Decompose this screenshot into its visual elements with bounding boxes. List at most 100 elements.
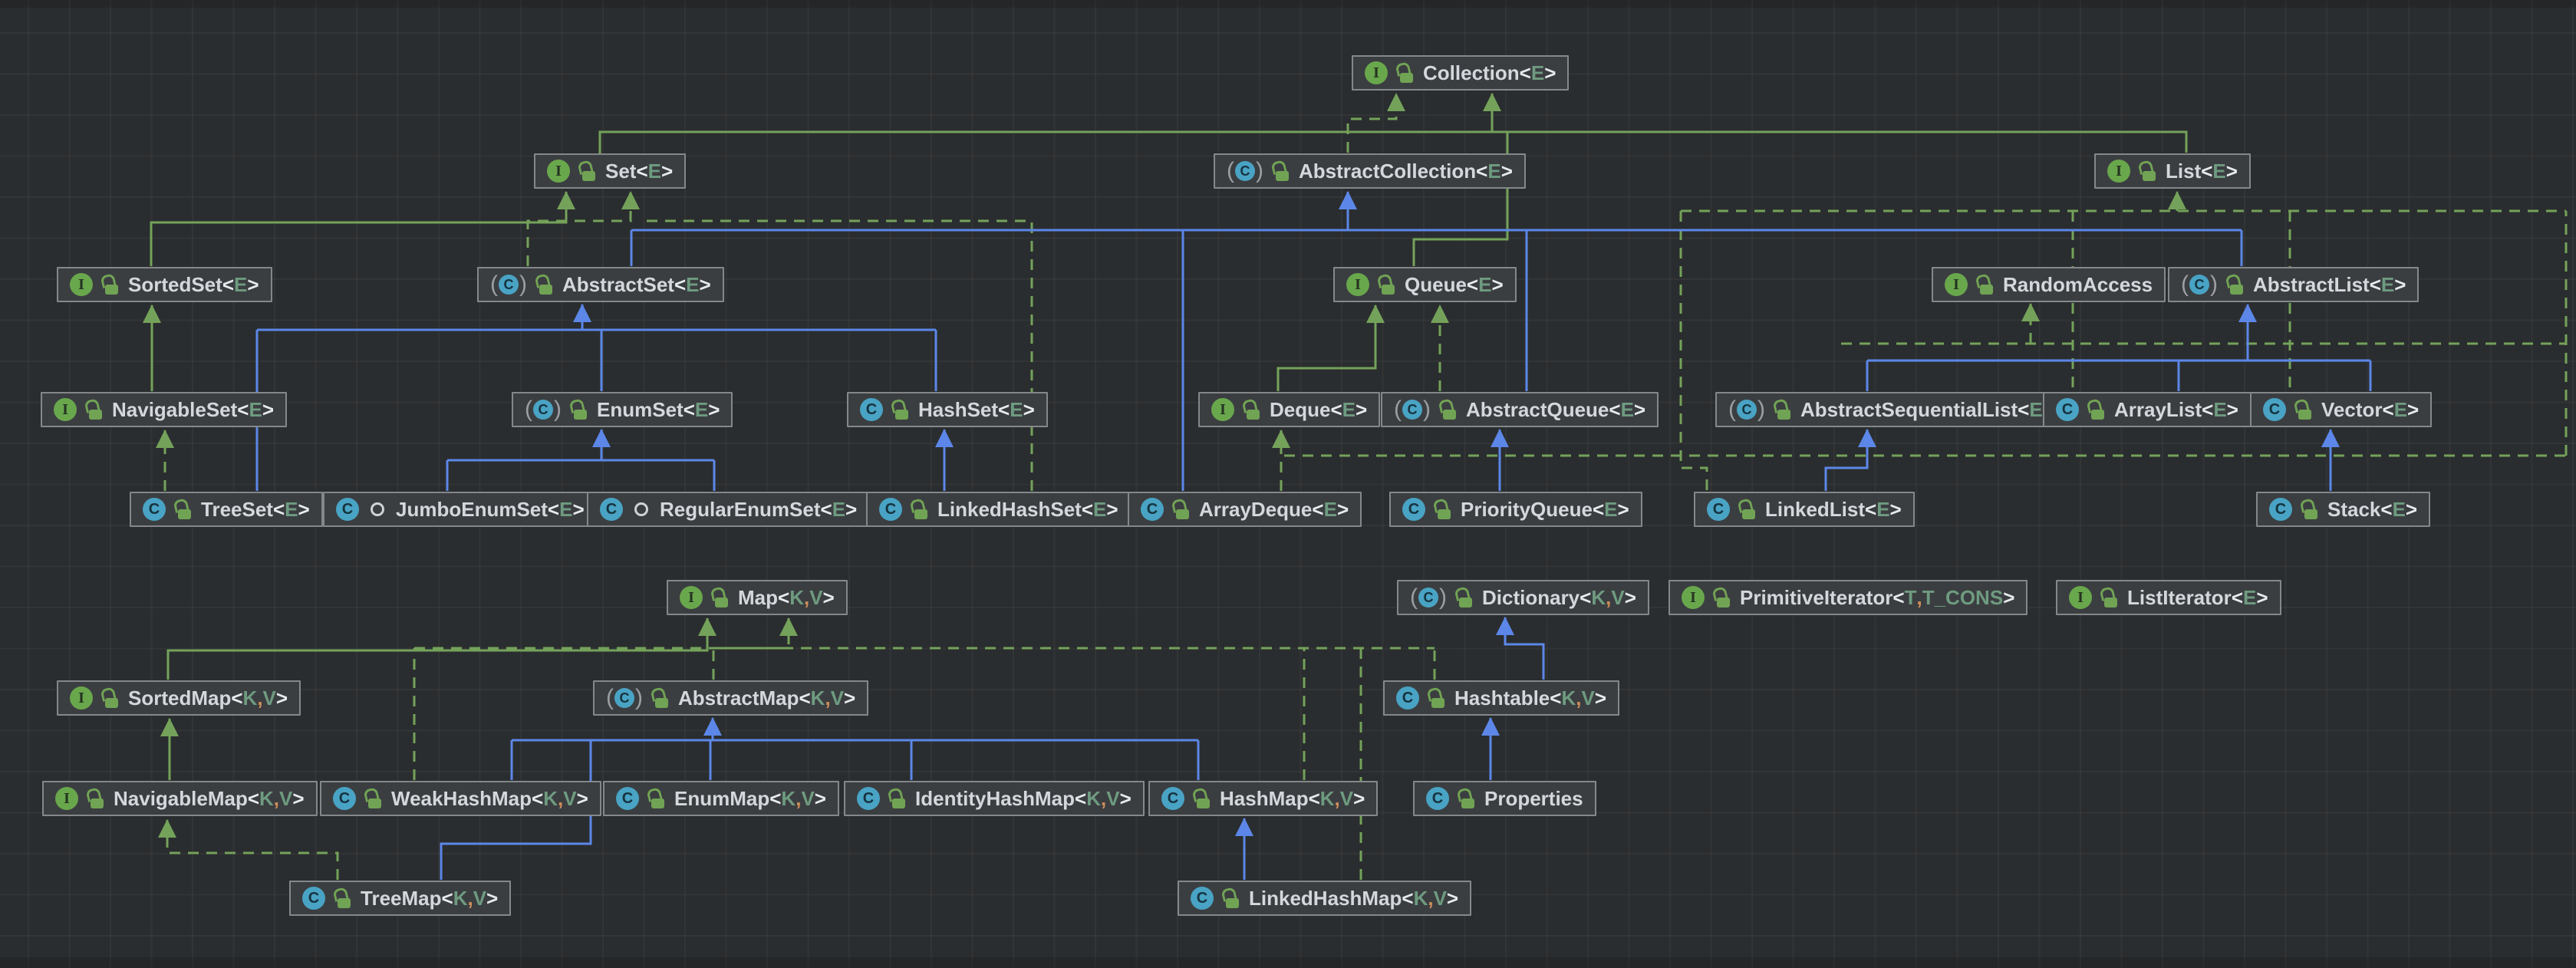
node-list[interactable]: IList<E> bbox=[2094, 153, 2251, 189]
class-name: LinkedHashSet bbox=[937, 498, 1082, 522]
open-angle-bracket: < bbox=[248, 787, 259, 811]
abstract-class-icon: (C) bbox=[606, 686, 643, 710]
open-angle-bracket: < bbox=[636, 160, 647, 183]
interface-icon: I bbox=[1211, 398, 1234, 421]
class-icon-circle: C bbox=[2189, 275, 2209, 295]
node-label: ArrayList<E> bbox=[2114, 398, 2238, 422]
class-icon: C bbox=[1191, 887, 1214, 910]
node-abstractSequentialList[interactable]: (C)AbstractSequentialList<E> bbox=[1715, 392, 2067, 427]
public-lock-icon bbox=[1434, 499, 1452, 520]
class-name: AbstractCollection bbox=[1299, 160, 1476, 183]
node-abstractList[interactable]: (C)AbstractList<E> bbox=[2168, 267, 2419, 302]
type-param: K bbox=[1591, 586, 1606, 610]
node-hashMap[interactable]: CHashMap<K, V> bbox=[1148, 781, 1378, 816]
edge-linkedlist-implements-list bbox=[1681, 211, 1707, 491]
class-name: Deque bbox=[1270, 398, 1330, 422]
class-name: NavigableMap bbox=[114, 787, 248, 811]
diagram-canvas[interactable]: ICollection<E>ISet<E>(C)AbstractCollecti… bbox=[0, 0, 2576, 968]
edge-abstractset-implements-set bbox=[528, 192, 631, 266]
node-abstractQueue[interactable]: (C)AbstractQueue<E> bbox=[1381, 392, 1659, 427]
node-sortedMap[interactable]: ISortedMap<K, V> bbox=[57, 680, 301, 716]
node-vector[interactable]: CVector<E> bbox=[2250, 392, 2432, 427]
class-icon: C bbox=[1402, 498, 1425, 521]
public-lock-icon bbox=[2087, 399, 2106, 420]
node-stack[interactable]: CStack<E> bbox=[2256, 492, 2430, 527]
public-lock-icon bbox=[174, 499, 193, 520]
class-name: ArrayList bbox=[2114, 398, 2202, 422]
class-name: Vector bbox=[2321, 398, 2383, 422]
class-icon: C bbox=[616, 787, 639, 810]
class-name: Collection bbox=[1423, 61, 1520, 85]
node-jumboEnumSet[interactable]: CJumboEnumSet<E> bbox=[323, 492, 598, 527]
node-enumMap[interactable]: CEnumMap<K, V> bbox=[603, 781, 839, 816]
node-listIterator[interactable]: IListIterator<E> bbox=[2056, 580, 2281, 615]
node-linkedHashMap[interactable]: CLinkedHashMap<K, V> bbox=[1178, 881, 1471, 916]
type-param: V bbox=[1611, 586, 1624, 610]
node-arrayDeque[interactable]: CArrayDeque<E> bbox=[1128, 492, 1362, 527]
node-queue[interactable]: IQueue<E> bbox=[1333, 267, 1517, 302]
class-icon: C bbox=[600, 498, 623, 521]
type-param: E bbox=[686, 273, 699, 297]
node-enumSet[interactable]: (C)EnumSet<E> bbox=[512, 392, 733, 427]
class-icon: C bbox=[860, 398, 883, 421]
node-randomAccess[interactable]: IRandomAccess bbox=[1932, 267, 2166, 302]
edge-queue-extends-collection bbox=[1414, 132, 1507, 266]
node-navigableSet[interactable]: INavigableSet<E> bbox=[41, 392, 287, 427]
class-name: Stack bbox=[2327, 498, 2380, 522]
node-label: Stack<E> bbox=[2327, 498, 2417, 522]
node-label: Set<E> bbox=[605, 160, 673, 183]
class-name: SortedMap bbox=[128, 686, 231, 710]
class-icon-circle: C bbox=[1235, 161, 1255, 181]
node-treeSet[interactable]: CTreeSet<E> bbox=[130, 492, 323, 527]
open-angle-bracket: < bbox=[1312, 498, 1323, 522]
node-dictionary[interactable]: (C)Dictionary<K, V> bbox=[1397, 580, 1649, 615]
class-name: SortedSet bbox=[128, 273, 222, 297]
node-hashtable[interactable]: CHashtable<K, V> bbox=[1383, 680, 1619, 716]
type-param-comma: , bbox=[1916, 586, 1922, 610]
node-map[interactable]: IMap<K, V> bbox=[667, 580, 848, 615]
node-sortedSet[interactable]: ISortedSet<E> bbox=[57, 267, 272, 302]
node-linkedHashSet[interactable]: CLinkedHashSet<E> bbox=[866, 492, 1132, 527]
type-param: E bbox=[2213, 398, 2226, 422]
type-param: K bbox=[1414, 887, 1428, 910]
close-angle-bracket: > bbox=[845, 498, 857, 522]
node-label: TreeMap<K, V> bbox=[361, 887, 498, 910]
public-lock-icon bbox=[1378, 274, 1396, 295]
class-name: TreeMap bbox=[361, 887, 442, 910]
type-param: K bbox=[1320, 787, 1335, 811]
node-treeMap[interactable]: CTreeMap<K, V> bbox=[289, 881, 511, 916]
node-priorityQueue[interactable]: CPriorityQueue<E> bbox=[1389, 492, 1642, 527]
open-angle-bracket: < bbox=[2018, 398, 2029, 422]
node-linkedList[interactable]: CLinkedList<E> bbox=[1694, 492, 1915, 527]
close-angle-bracket: > bbox=[844, 686, 855, 710]
node-weakHashMap[interactable]: CWeakHashMap<K, V> bbox=[320, 781, 601, 816]
edge-linkedlist-extends-asl bbox=[1826, 430, 1867, 491]
node-navigableMap[interactable]: INavigableMap<K, V> bbox=[42, 781, 318, 816]
class-name: List bbox=[2166, 160, 2201, 183]
class-icon: C bbox=[333, 787, 356, 810]
node-hashSet[interactable]: CHashSet<E> bbox=[847, 392, 1048, 427]
node-abstractSet[interactable]: (C)AbstractSet<E> bbox=[477, 267, 724, 302]
node-abstractMap[interactable]: (C)AbstractMap<K, V> bbox=[593, 680, 868, 716]
open-angle-bracket: < bbox=[799, 686, 810, 710]
node-identityHashMap[interactable]: CIdentityHashMap<K, V> bbox=[844, 781, 1145, 816]
node-properties[interactable]: CProperties bbox=[1413, 781, 1596, 816]
interface-icon: I bbox=[1945, 273, 1968, 296]
node-arrayList[interactable]: CArrayList<E> bbox=[2043, 392, 2252, 427]
close-angle-bracket: > bbox=[1501, 160, 1513, 183]
node-label: EnumSet<E> bbox=[597, 398, 720, 422]
open-angle-bracket: < bbox=[1309, 787, 1320, 811]
node-abstractCollection[interactable]: (C)AbstractCollection<E> bbox=[1214, 153, 1526, 189]
node-deque[interactable]: IDeque<E> bbox=[1198, 392, 1380, 427]
node-set[interactable]: ISet<E> bbox=[534, 153, 686, 189]
node-primitiveIterator[interactable]: IPrimitiveIterator<T, T_CONS> bbox=[1668, 580, 2028, 615]
node-collection[interactable]: ICollection<E> bbox=[1352, 55, 1569, 91]
close-angle-bracket: > bbox=[2407, 398, 2419, 422]
type-param: E bbox=[695, 398, 708, 422]
open-angle-bracket: < bbox=[231, 686, 242, 710]
type-param: K bbox=[543, 787, 558, 811]
node-label: Vector<E> bbox=[2321, 398, 2419, 422]
public-lock-icon bbox=[891, 399, 910, 420]
node-regularEnumSet[interactable]: CRegularEnumSet<E> bbox=[587, 492, 870, 527]
public-lock-icon bbox=[2226, 274, 2245, 295]
